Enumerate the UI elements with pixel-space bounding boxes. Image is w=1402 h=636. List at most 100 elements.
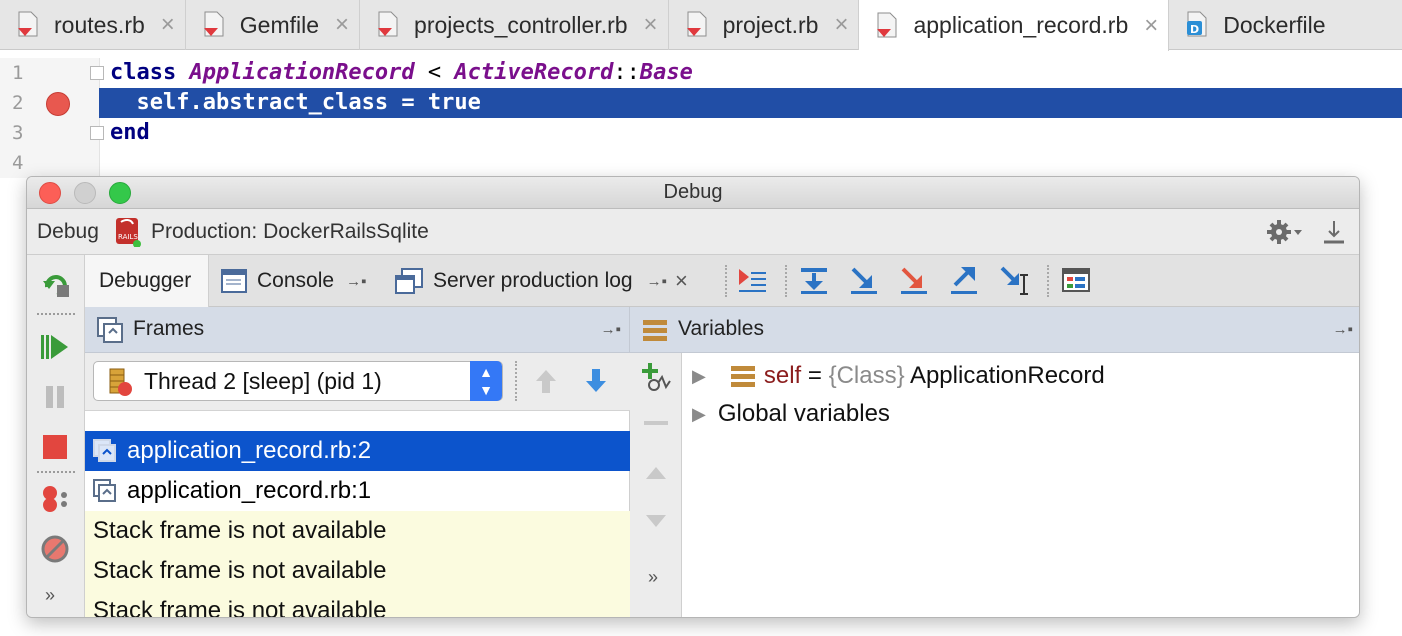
view-breakpoints-icon[interactable] — [41, 485, 69, 513]
run-configuration-name: Production: DockerRailsSqlite — [151, 220, 429, 243]
variable-row[interactable]: ▶ self = {Class} ApplicationRecord — [682, 357, 1105, 395]
fold-icon[interactable] — [90, 126, 104, 140]
variables-header: Variables →▪ — [630, 307, 1359, 353]
tab-application-record[interactable]: application_record.rb × — [859, 0, 1170, 51]
pin-panel-icon[interactable]: →▪ — [1333, 321, 1353, 338]
tab-routes[interactable]: routes.rb × — [0, 0, 186, 50]
next-frame-icon[interactable] — [583, 367, 609, 395]
move-up-icon[interactable] — [644, 465, 668, 481]
variables-toolbar: » — [630, 353, 682, 617]
editor-tab-bar: routes.rb × Gemfile × projects_controlle… — [0, 0, 1402, 51]
line-number: 1 — [12, 62, 24, 84]
code-class-name: ApplicationRecord — [189, 60, 415, 85]
toolbar-separator — [515, 361, 517, 401]
stop-icon[interactable] — [41, 433, 69, 461]
close-icon[interactable]: × — [335, 11, 349, 39]
frame-icon — [93, 439, 117, 463]
code-line-3[interactable]: end — [110, 118, 150, 148]
tab-label: Console — [257, 269, 335, 292]
close-icon[interactable]: × — [644, 11, 658, 39]
code-statement: self.abstract_class = — [110, 90, 428, 115]
rerun-icon[interactable] — [41, 269, 69, 297]
docker-file-icon: D — [1185, 10, 1209, 40]
mute-breakpoints-icon[interactable] — [41, 535, 69, 563]
step-over-icon[interactable] — [799, 265, 829, 295]
variable-equals: = — [801, 362, 829, 389]
variable-name: self — [763, 362, 802, 389]
frame-label: Stack frame is not available — [93, 597, 387, 618]
tab-debugger[interactable]: Debugger — [85, 255, 209, 307]
thread-suspended-icon — [106, 366, 136, 398]
gear-icon[interactable] — [1267, 218, 1303, 246]
variable-value: ApplicationRecord — [904, 362, 1105, 389]
frame-row[interactable]: application_record.rb:1 — [85, 471, 630, 511]
previous-frame-icon[interactable] — [533, 367, 559, 395]
code-keyword: class — [110, 60, 177, 85]
log-icon — [395, 268, 423, 294]
more-actions-icon[interactable]: » — [648, 567, 658, 588]
frame-row[interactable]: application_record.rb:2 — [85, 431, 630, 471]
tab-label: project.rb — [722, 11, 819, 38]
unavailable-frame-row[interactable]: Stack frame is not available — [85, 511, 630, 551]
ruby-file-icon — [202, 10, 226, 40]
pin-panel-icon[interactable]: →▪ — [601, 321, 621, 338]
expand-arrow-icon[interactable]: ▶ — [692, 404, 706, 425]
window-title: Debug — [663, 181, 723, 203]
window-titlebar: Debug — [27, 177, 1359, 209]
line-number: 3 — [12, 122, 24, 144]
tab-label: Dockerfile — [1223, 11, 1326, 38]
frame-label: application_record.rb:2 — [127, 437, 372, 464]
thread-dropdown[interactable]: Thread 2 [sleep] (pid 1) ▲ ▼ — [93, 361, 503, 401]
move-down-icon[interactable] — [644, 513, 668, 529]
force-step-into-icon[interactable] — [899, 265, 929, 295]
code-line-1[interactable]: class ApplicationRecord < ActiveRecord::… — [110, 58, 693, 88]
tab-project[interactable]: project.rb × — [669, 0, 860, 50]
tab-label: application_record.rb — [913, 12, 1129, 38]
unavailable-frame-row[interactable]: Stack frame is not available — [85, 591, 630, 618]
code-line-2[interactable]: self.abstract_class = true — [110, 88, 480, 118]
frames-icon — [97, 317, 123, 343]
tab-label: Gemfile — [239, 11, 320, 38]
pin-tab-icon[interactable]: →▪ — [647, 273, 667, 290]
tab-dockerfile[interactable]: D Dockerfile — [1169, 0, 1335, 50]
code-class-name: ActiveRecord — [454, 60, 614, 85]
tab-gemfile[interactable]: Gemfile × — [186, 0, 361, 50]
new-watch-icon[interactable] — [640, 361, 672, 393]
step-into-icon[interactable] — [849, 265, 879, 295]
frame-icon — [93, 479, 117, 503]
code-keyword: end — [110, 120, 150, 145]
show-execution-point-icon[interactable] — [737, 265, 767, 295]
breakpoint-icon[interactable] — [46, 92, 70, 116]
close-icon[interactable]: × — [1144, 12, 1158, 40]
frames-header: Frames →▪ — [85, 307, 630, 353]
expand-arrow-icon[interactable]: ▶ — [692, 366, 706, 387]
code-operator: < — [414, 60, 455, 85]
more-actions-icon[interactable]: » — [45, 585, 55, 606]
line-number: 2 — [12, 92, 24, 114]
remove-watch-icon[interactable] — [644, 421, 668, 425]
close-icon[interactable]: × — [675, 268, 688, 294]
variable-row[interactable]: ▶ Global variables — [682, 395, 890, 433]
run-to-cursor-icon[interactable] — [999, 265, 1029, 295]
toolbar-separator — [37, 471, 75, 473]
hide-panel-icon[interactable] — [1321, 218, 1347, 246]
tab-projects-controller[interactable]: projects_controller.rb × — [360, 0, 669, 50]
variable-name: Global variables — [717, 400, 890, 427]
close-icon[interactable]: × — [161, 11, 175, 39]
variables-icon — [642, 318, 668, 342]
unavailable-frame-row[interactable]: Stack frame is not available — [85, 551, 630, 591]
thread-label: Thread 2 [sleep] (pid 1) — [144, 367, 382, 394]
pin-tab-icon[interactable]: →▪ — [346, 273, 366, 290]
tab-label: Debugger — [99, 269, 192, 292]
close-icon[interactable]: × — [834, 11, 848, 39]
resume-icon[interactable] — [41, 333, 69, 361]
evaluate-expression-icon[interactable] — [1061, 265, 1091, 295]
pause-icon[interactable] — [41, 383, 69, 411]
tab-server-log[interactable]: Server production log →▪ × — [395, 255, 688, 307]
step-out-icon[interactable] — [949, 265, 979, 295]
tab-console[interactable]: Console →▪ — [221, 255, 366, 307]
fold-icon[interactable] — [90, 66, 104, 80]
line-number: 4 — [12, 152, 24, 174]
tab-label: Server production log — [433, 269, 633, 292]
toolbar-separator — [1047, 265, 1049, 297]
